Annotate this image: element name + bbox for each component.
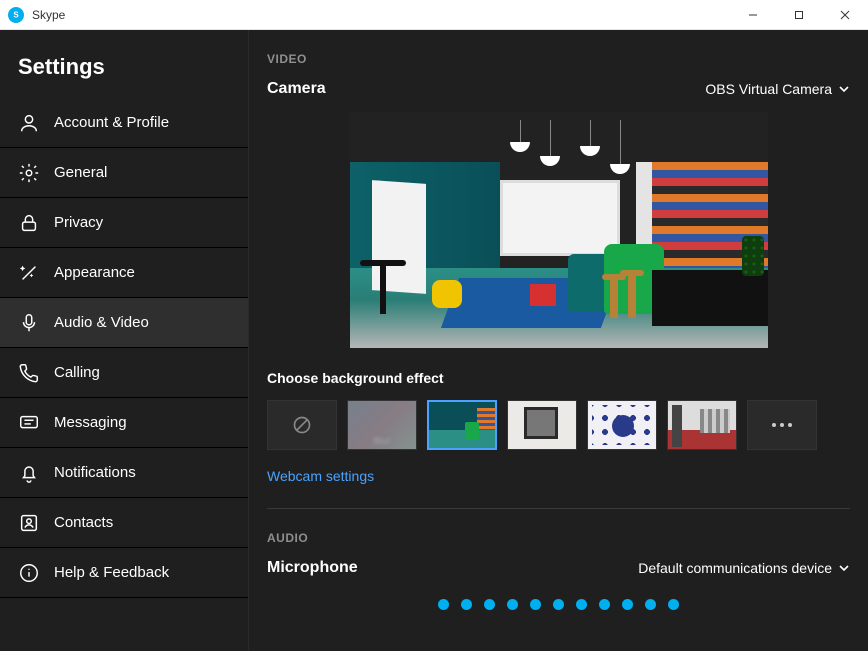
- lock-icon: [18, 212, 40, 234]
- mic-level-dot: [461, 599, 472, 610]
- sidebar-item-contacts[interactable]: Contacts: [0, 498, 248, 548]
- sidebar-item-privacy[interactable]: Privacy: [0, 198, 248, 248]
- sidebar-item-label: Messaging: [54, 414, 127, 431]
- bg-effect-cafe[interactable]: [667, 400, 737, 450]
- close-button[interactable]: [822, 0, 868, 30]
- info-icon: [18, 562, 40, 584]
- microphone-level-meter: [267, 599, 850, 610]
- background-effect-label: Choose background effect: [267, 370, 850, 386]
- contacts-icon: [18, 512, 40, 534]
- sidebar-item-account[interactable]: Account & Profile: [0, 98, 248, 148]
- mic-level-dot: [507, 599, 518, 610]
- camera-selected-value: OBS Virtual Camera: [705, 81, 832, 97]
- svg-text:S: S: [13, 10, 19, 19]
- bg-effect-blur-label: Blur: [348, 436, 416, 447]
- bg-effect-office[interactable]: [427, 400, 497, 450]
- sidebar-item-help[interactable]: Help & Feedback: [0, 548, 248, 598]
- mic-level-dot: [645, 599, 656, 610]
- titlebar: S Skype: [0, 0, 868, 30]
- sidebar-item-label: Privacy: [54, 214, 103, 231]
- background-effect-thumbs: Blur: [267, 400, 850, 450]
- sidebar-item-notifications[interactable]: Notifications: [0, 448, 248, 498]
- sidebar-item-audio-video[interactable]: Audio & Video: [0, 298, 248, 348]
- section-divider: [267, 508, 850, 509]
- gear-icon: [18, 162, 40, 184]
- camera-dropdown[interactable]: OBS Virtual Camera: [705, 81, 850, 97]
- sidebar-item-label: Notifications: [54, 464, 136, 481]
- wand-icon: [18, 262, 40, 284]
- settings-content: VIDEO Camera OBS Virtual Camera: [249, 30, 868, 651]
- audio-section-label: AUDIO: [267, 531, 850, 545]
- minimize-button[interactable]: [730, 0, 776, 30]
- skype-icon: S: [8, 7, 24, 23]
- bg-effect-more[interactable]: [747, 400, 817, 450]
- microphone-selected-value: Default communications device: [638, 560, 832, 576]
- chevron-down-icon: [838, 562, 850, 574]
- microphone-label: Microphone: [267, 559, 358, 577]
- mic-level-dot: [553, 599, 564, 610]
- bg-effect-room[interactable]: [507, 400, 577, 450]
- mic-icon: [18, 312, 40, 334]
- sidebar-item-label: Contacts: [54, 514, 113, 531]
- sidebar-item-label: Calling: [54, 364, 100, 381]
- webcam-settings-link[interactable]: Webcam settings: [267, 468, 374, 484]
- video-section-label: VIDEO: [267, 52, 850, 66]
- app-title: Skype: [32, 8, 65, 22]
- settings-sidebar: Settings Account & Profile General Priva…: [0, 30, 249, 651]
- message-icon: [18, 412, 40, 434]
- chevron-down-icon: [838, 83, 850, 95]
- mic-level-dot: [599, 599, 610, 610]
- sidebar-item-general[interactable]: General: [0, 148, 248, 198]
- camera-preview: [350, 112, 768, 348]
- mic-level-dot: [576, 599, 587, 610]
- bg-effect-blur[interactable]: Blur: [347, 400, 417, 450]
- camera-label: Camera: [267, 80, 326, 98]
- maximize-button[interactable]: [776, 0, 822, 30]
- sidebar-item-label: Audio & Video: [54, 314, 149, 331]
- sidebar-item-label: General: [54, 164, 107, 181]
- person-icon: [18, 112, 40, 134]
- sidebar-item-label: Account & Profile: [54, 114, 169, 131]
- bg-effect-none[interactable]: [267, 400, 337, 450]
- bell-icon: [18, 462, 40, 484]
- microphone-dropdown[interactable]: Default communications device: [638, 560, 850, 576]
- sidebar-item-label: Help & Feedback: [54, 564, 169, 581]
- phone-icon: [18, 362, 40, 384]
- mic-level-dot: [622, 599, 633, 610]
- settings-title: Settings: [0, 54, 248, 98]
- mic-level-dot: [668, 599, 679, 610]
- sidebar-item-messaging[interactable]: Messaging: [0, 398, 248, 448]
- sidebar-item-appearance[interactable]: Appearance: [0, 248, 248, 298]
- mic-level-dot: [484, 599, 495, 610]
- bg-effect-pattern[interactable]: [587, 400, 657, 450]
- mic-level-dot: [438, 599, 449, 610]
- sidebar-item-calling[interactable]: Calling: [0, 348, 248, 398]
- mic-level-dot: [530, 599, 541, 610]
- sidebar-item-label: Appearance: [54, 264, 135, 281]
